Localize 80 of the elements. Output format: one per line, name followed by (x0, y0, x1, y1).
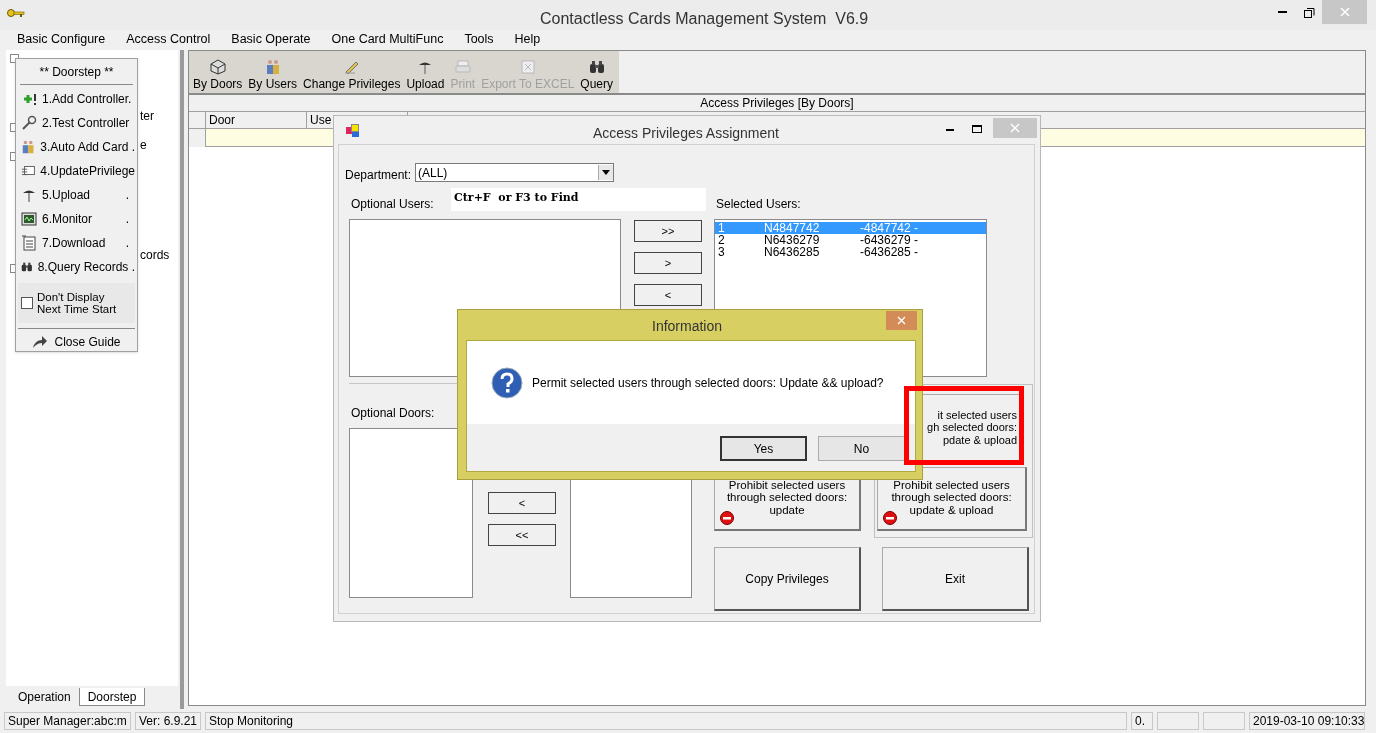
people-icon (21, 139, 36, 155)
close-guide-button[interactable]: Close Guide (18, 328, 135, 354)
status-pane (1157, 712, 1199, 730)
toolbar-button[interactable]: Query (578, 53, 615, 91)
menu-item[interactable]: Basic Configure (17, 29, 106, 49)
dialog-button[interactable]: Yes (720, 436, 807, 461)
move-button[interactable]: >> (634, 220, 702, 242)
move-button[interactable]: < (634, 284, 702, 306)
spreadsheet-icon (519, 59, 536, 75)
toolbar-button[interactable]: Change Privileges (301, 53, 403, 91)
guide-item[interactable]: 1.Add Controller. (16, 87, 137, 111)
no-entry-icon (720, 511, 734, 525)
column-header[interactable]: Door (206, 112, 307, 128)
move-button[interactable]: > (634, 252, 702, 274)
move-button[interactable]: << (488, 524, 556, 546)
list-row[interactable]: 3 N6436285 -6436285 - (715, 246, 986, 258)
pencil-icon (343, 59, 360, 75)
window-title: Contactless Cards Management System V6.9 (540, 9, 869, 29)
menu-item[interactable]: One Card MultiFunc (331, 29, 444, 49)
list-row[interactable]: 2 N6436279 -6436279 - (715, 234, 986, 246)
toolbar-button[interactable]: Upload (404, 53, 447, 91)
binoculars-icon (588, 59, 605, 75)
close-icon (1339, 7, 1350, 17)
field-label: Selected Users: (716, 196, 801, 213)
status-pane (1203, 712, 1245, 730)
message-text: Permit selected users through selected doors: Update && upload? (532, 374, 884, 392)
printer-icon (454, 59, 471, 75)
arrow-icon (32, 334, 49, 349)
toolbar-button[interactable]: By Doors (191, 53, 245, 91)
copy-privileges-button[interactable]: Copy Privileges (714, 547, 861, 611)
guide-item[interactable]: 5.Upload . (16, 183, 137, 207)
toolbar-button[interactable]: By Users (246, 53, 300, 91)
status-pane: 2019-03-10 09:10:33 (1249, 712, 1365, 730)
guide-item[interactable]: 8.Query Records . (16, 255, 137, 279)
document-icon (21, 235, 37, 251)
close-icon (1010, 123, 1020, 133)
action-button[interactable]: Prohibit selected users through selected doors: update & upload (877, 467, 1027, 531)
guide-item[interactable]: 4.UpdatePrivilege (16, 159, 137, 183)
dialog-button[interactable]: No (818, 436, 905, 461)
menu-item[interactable]: Tools (464, 29, 494, 49)
checkbox[interactable] (21, 297, 33, 309)
dialog-title: Access Privileges Assignment (593, 124, 779, 143)
guide-title: ** Doorstep ** (20, 59, 133, 85)
field-label: Optional Users: (351, 196, 434, 213)
menu-item[interactable]: Access Control (126, 29, 211, 49)
door-list[interactable] (349, 428, 473, 598)
status-pane: Super Manager:abc:m (4, 712, 131, 730)
question-icon (491, 366, 523, 399)
guide-item[interactable]: 6.Monitor . (16, 207, 137, 231)
find-hint: Ctr+F or F3 to Find (451, 188, 706, 211)
field-label: Department: (345, 167, 412, 184)
key-icon (7, 8, 25, 18)
form-icon (346, 124, 360, 138)
tab[interactable]: Doorstep (78, 688, 146, 706)
grid-title: Access Privileges [By Doors] (189, 95, 1365, 112)
guide-item[interactable]: 3.Auto Add Card . (16, 135, 137, 159)
menu-item[interactable]: Help (514, 29, 541, 49)
no-entry-icon (883, 511, 897, 525)
monitor-icon (21, 211, 37, 227)
tree-item[interactable]: cords (140, 246, 170, 264)
checkbox-label: Don't Display Next Time Start (37, 291, 117, 315)
dropdown-arrow-icon (602, 170, 610, 175)
department-dropdown[interactable]: (ALL) (415, 163, 614, 182)
status-pane: 0. (1131, 712, 1153, 730)
restore-icon (1303, 6, 1315, 18)
guide-item[interactable]: 7.Download . (16, 231, 137, 255)
field-label: Optional Doors: (351, 405, 435, 422)
people-icon (264, 59, 281, 75)
close-button[interactable] (886, 311, 917, 330)
move-button[interactable]: < (488, 492, 556, 514)
menu-item[interactable]: Basic Operate (231, 29, 311, 49)
close-icon (897, 316, 906, 325)
status-pane: Stop Monitoring (205, 712, 1127, 730)
plus-icon (21, 91, 37, 107)
tree-item[interactable]: ter (140, 107, 154, 125)
tree-item[interactable]: e (140, 136, 147, 154)
cube-icon (209, 59, 226, 75)
status-pane: Ver: 6.9.21 (135, 712, 201, 730)
guide-item[interactable]: 2.Test Controller (16, 111, 137, 135)
exit-button[interactable]: Exit (882, 547, 1029, 611)
